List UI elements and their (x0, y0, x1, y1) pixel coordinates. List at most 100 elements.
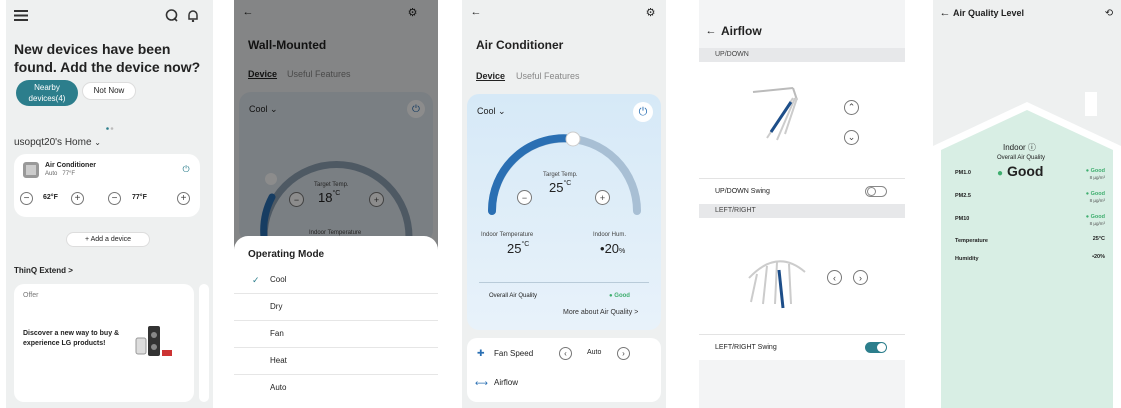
temp2-value: 77°F (132, 194, 147, 201)
horizontal-vane-illustration (748, 260, 806, 309)
mode-option[interactable]: Fan (234, 321, 438, 348)
leftright-section-header: LEFT/RIGHT (699, 204, 905, 218)
air-quality-row-label: Temperature (955, 238, 988, 244)
device-name: Air Conditioner (45, 162, 96, 169)
bell-icon[interactable] (186, 8, 200, 22)
air-quality-row: PM1.0 ● Good 8 µg/m³ (955, 168, 1105, 188)
indoor-humidity-label: Indoor Hum. (593, 232, 627, 238)
air-quality-label: Overall Air Quality (489, 293, 538, 299)
air-quality-row: PM10 ● Good 8 µg/m³ (955, 214, 1105, 234)
chevron-down-icon[interactable]: ⌄ (844, 130, 859, 145)
feature-list-card: ✚ Fan Speed ‹ Auto › ⟷ Airflow (467, 338, 661, 402)
air-quality-row-unit: 8 µg/m³ (1089, 175, 1105, 180)
mode-option-label: Heat (270, 356, 287, 365)
chevron-down-icon: ⌄ (94, 138, 101, 147)
back-arrow-icon[interactable]: ← (939, 7, 951, 19)
page-dots (106, 117, 114, 130)
temp2-decrease-button[interactable]: − (108, 192, 121, 205)
menu-icon[interactable] (14, 9, 28, 21)
device-mode: Auto 77°F (45, 171, 76, 177)
info-icon[interactable]: ⓘ (1028, 143, 1036, 152)
mode-option[interactable]: Heat (234, 348, 438, 375)
back-arrow-icon[interactable]: ← (470, 6, 482, 18)
gear-icon[interactable]: ⚙ (644, 6, 657, 19)
temp-increase-button[interactable]: + (595, 190, 610, 205)
appliances-illustration (134, 326, 174, 358)
fan-speed-next-button[interactable]: › (617, 347, 630, 360)
next-card-peek (199, 284, 209, 402)
overall-air-quality-label: Overall Air Quality (997, 155, 1046, 161)
mode-selector[interactable]: Cool ⌄ (477, 106, 506, 117)
air-quality-row-value: •20% (1092, 254, 1105, 260)
temp1-increase-button[interactable]: + (71, 192, 84, 205)
indoor-temperature-label: Indoor Temperature (481, 232, 534, 238)
chevron-left-icon[interactable]: ‹ (827, 270, 842, 285)
air-quality-row: PM2.5 ● Good 8 µg/m³ (955, 191, 1105, 211)
back-arrow-icon[interactable]: ← (705, 25, 717, 37)
nearby-devices-button[interactable]: Nearby devices(4) (16, 80, 78, 106)
temp2-increase-button[interactable]: + (177, 192, 190, 205)
air-quality-row: Temperature 25°C (955, 236, 1105, 256)
home-screen: New devices have been found. Add the dev… (6, 0, 213, 408)
air-quality-row-label: Humidity (955, 256, 979, 262)
power-icon[interactable]: ⏻ (633, 102, 653, 122)
airflow-screen: ← Airflow UP/DOWN ⌃ ⌄ UP/DOWN Swing LEFT… (699, 0, 905, 408)
checkmark-icon: ✓ (252, 275, 260, 285)
history-icon[interactable]: ⟲ (1103, 7, 1115, 19)
target-temp-value: 25°C (549, 180, 572, 195)
air-quality-row-unit: 8 µg/m³ (1089, 221, 1105, 226)
mode-option[interactable]: Dry (234, 294, 438, 321)
temp1-decrease-button[interactable]: − (20, 192, 33, 205)
updown-swing-label: UP/DOWN Swing (715, 188, 770, 195)
not-now-button[interactable]: Not Now (82, 82, 136, 100)
airflow-label[interactable]: Airflow (494, 378, 518, 387)
offer-card[interactable]: Offer Discover a new way to buy & experi… (14, 284, 194, 402)
mode-option[interactable]: ✓ Cool (234, 267, 438, 294)
page-title: Airflow (721, 24, 762, 38)
temp-decrease-button[interactable]: − (517, 190, 532, 205)
updown-swing-row[interactable]: UP/DOWN Swing (699, 178, 905, 204)
power-icon[interactable]: ⏻ (180, 163, 192, 175)
updown-swing-toggle[interactable] (865, 186, 887, 197)
updown-section-header: UP/DOWN (699, 48, 905, 62)
thinq-extend-link[interactable]: ThinQ Extend > (14, 266, 73, 275)
mode-option-label: Auto (270, 383, 287, 392)
air-quality-row-value: 25°C (1092, 236, 1105, 242)
mode-option-label: Dry (270, 302, 283, 311)
device-card[interactable]: Air Conditioner Auto 77°F ⏻ − 62°F + − 7… (14, 154, 200, 217)
more-air-quality-link[interactable]: More about Air Quality > (563, 309, 638, 316)
temp1-value: 62°F (43, 194, 58, 201)
leftright-swing-row[interactable]: LEFT/RIGHT Swing (699, 334, 905, 360)
air-quality-row-value: ● Good (1085, 168, 1105, 174)
offer-text: Discover a new way to buy & experience L… (23, 330, 120, 347)
new-devices-headline: New devices have been found. Add the dev… (14, 41, 201, 75)
air-quality-row-label: PM2.5 (955, 193, 971, 199)
fan-speed-prev-button[interactable]: ‹ (559, 347, 572, 360)
indoor-temperature-value: 25°C (507, 241, 530, 256)
air-quality-value: ● Good (609, 293, 630, 299)
chat-icon[interactable] (164, 8, 178, 22)
air-conditioner-screen: ← ⚙ Air Conditioner Device Useful Featur… (462, 0, 666, 408)
tab-device[interactable]: Device (476, 71, 505, 81)
indoor-humidity-value: •20% (600, 241, 626, 256)
fan-speed-value: Auto (587, 349, 602, 356)
ac-device-icon (23, 162, 39, 178)
operating-mode-sheet: Operating Mode ✓ Cool Dry Fan Heat Auto (234, 236, 438, 408)
offer-label: Offer (23, 292, 39, 299)
air-quality-screen: ← Air Quality Level ⟲ Indoor ⓘ Overall A… (933, 0, 1121, 408)
add-device-button[interactable]: + Add a device (66, 232, 150, 247)
home-name[interactable]: usopqt20's Home ⌄ (14, 137, 101, 148)
leftright-swing-toggle[interactable] (865, 342, 887, 353)
mode-option[interactable]: Auto (234, 375, 438, 402)
air-quality-row-label: PM1.0 (955, 170, 971, 176)
vertical-vane-illustration (752, 87, 798, 141)
tab-useful-features[interactable]: Useful Features (516, 71, 580, 81)
wall-mounted-screen: ← ⚙ Wall-Mounted Device Useful Features … (234, 0, 438, 408)
mode-option-label: Fan (270, 329, 284, 338)
chevron-up-icon[interactable]: ⌃ (844, 100, 859, 115)
updown-panel: ⌃ ⌄ (699, 62, 905, 178)
chevron-right-icon[interactable]: › (853, 270, 868, 285)
indoor-label: Indoor ⓘ (1003, 143, 1036, 152)
page-title: Air Quality Level (953, 8, 1025, 18)
air-quality-row-value: ● Good (1085, 191, 1105, 197)
